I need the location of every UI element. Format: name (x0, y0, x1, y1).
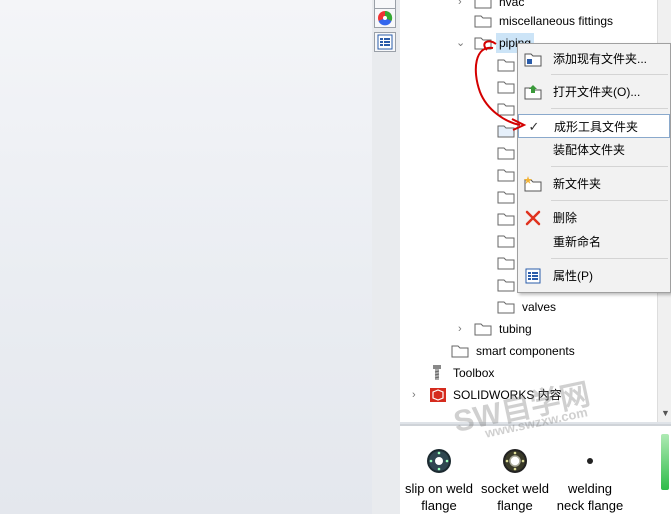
menu-separator (551, 166, 668, 167)
list-icon (377, 34, 393, 50)
folder-icon (497, 301, 515, 314)
folder-icon[interactable] (497, 234, 515, 248)
menu-separator (551, 258, 668, 259)
menu-item-open-folder[interactable]: 打开文件夹(O)... (518, 80, 670, 104)
menu-separator (551, 108, 668, 109)
graphics-area[interactable] (0, 0, 372, 514)
tree-item-smart-components[interactable]: smart components (400, 341, 656, 361)
flange-icon (427, 449, 451, 473)
solidworks-logo-icon (430, 388, 446, 402)
palette-scrollbar[interactable] (661, 434, 669, 490)
folder-icon[interactable] (497, 124, 515, 138)
folder-icon (474, 15, 492, 28)
menu-item-assembly-folder[interactable]: 装配体文件夹 (518, 138, 670, 162)
menu-item-delete[interactable]: 删除 (518, 206, 670, 230)
properties-icon (525, 268, 541, 284)
palette-item-socket-weld-flange[interactable]: socket weld flange (476, 444, 554, 514)
folder-icon[interactable] (497, 58, 515, 72)
delete-icon (525, 210, 541, 226)
folder-icon (474, 0, 492, 9)
menu-separator (551, 74, 668, 75)
folder-icon (451, 345, 469, 358)
tab-appearances[interactable] (374, 8, 396, 28)
chevron-right-icon[interactable]: › (412, 385, 416, 405)
tree-item-valves[interactable]: valves (400, 297, 656, 317)
palette-item-welding-neck-flange[interactable]: welding neck flange (551, 444, 629, 514)
folder-icon[interactable] (497, 212, 515, 226)
palette-item-slip-on-weld-flange[interactable]: slip on weld flange (400, 444, 478, 514)
scroll-down-icon[interactable]: ▼ (661, 408, 670, 418)
folder-icon[interactable] (497, 256, 515, 270)
part-palette: slip on weld flange socket weld flange wel… (400, 424, 671, 516)
flange-icon (503, 449, 527, 473)
open-folder-icon (524, 85, 542, 100)
checkmark-icon: ✓ (528, 119, 540, 134)
new-folder-icon (524, 176, 542, 192)
tree-item-tubing[interactable]: › tubing (400, 319, 656, 339)
menu-item-forming-tool-folder[interactable]: ✓ 成形工具文件夹 (518, 114, 670, 138)
folder-icon[interactable] (497, 102, 515, 116)
menu-item-new-folder[interactable]: 新文件夹 (518, 172, 670, 196)
menu-item-add-existing-folder[interactable]: 添加现有文件夹... (518, 47, 670, 71)
flange-icon (587, 458, 593, 464)
chevron-down-icon[interactable]: ⌄ (456, 33, 465, 53)
tree-item-toolbox[interactable]: Toolbox (400, 363, 656, 383)
bolt-icon (433, 365, 441, 380)
folder-icon[interactable] (497, 190, 515, 204)
tree-item-solidworks-content[interactable]: › SOLIDWORKS 内容 (400, 385, 656, 405)
task-pane-tab-strip (372, 0, 401, 514)
menu-separator (551, 200, 668, 201)
folder-icon (474, 323, 492, 336)
context-menu: 添加现有文件夹... 打开文件夹(O)... ✓ 成形工具文件夹 装配体文件夹 … (517, 43, 671, 293)
tree-item-miscellaneous-fittings[interactable]: miscellaneous fittings (400, 11, 656, 31)
folder-icon[interactable] (497, 168, 515, 182)
menu-item-rename[interactable]: 重新命名 (518, 230, 670, 254)
folder-icon[interactable] (497, 278, 515, 292)
tab-custom-properties[interactable] (374, 32, 396, 52)
chevron-right-icon[interactable]: › (458, 319, 462, 339)
color-wheel-icon (378, 10, 393, 26)
add-folder-icon (524, 53, 542, 67)
folder-icon[interactable] (497, 80, 515, 94)
folder-icon[interactable] (497, 146, 515, 160)
folder-open-icon (474, 37, 492, 50)
menu-item-properties[interactable]: 属性(P) (518, 264, 670, 288)
